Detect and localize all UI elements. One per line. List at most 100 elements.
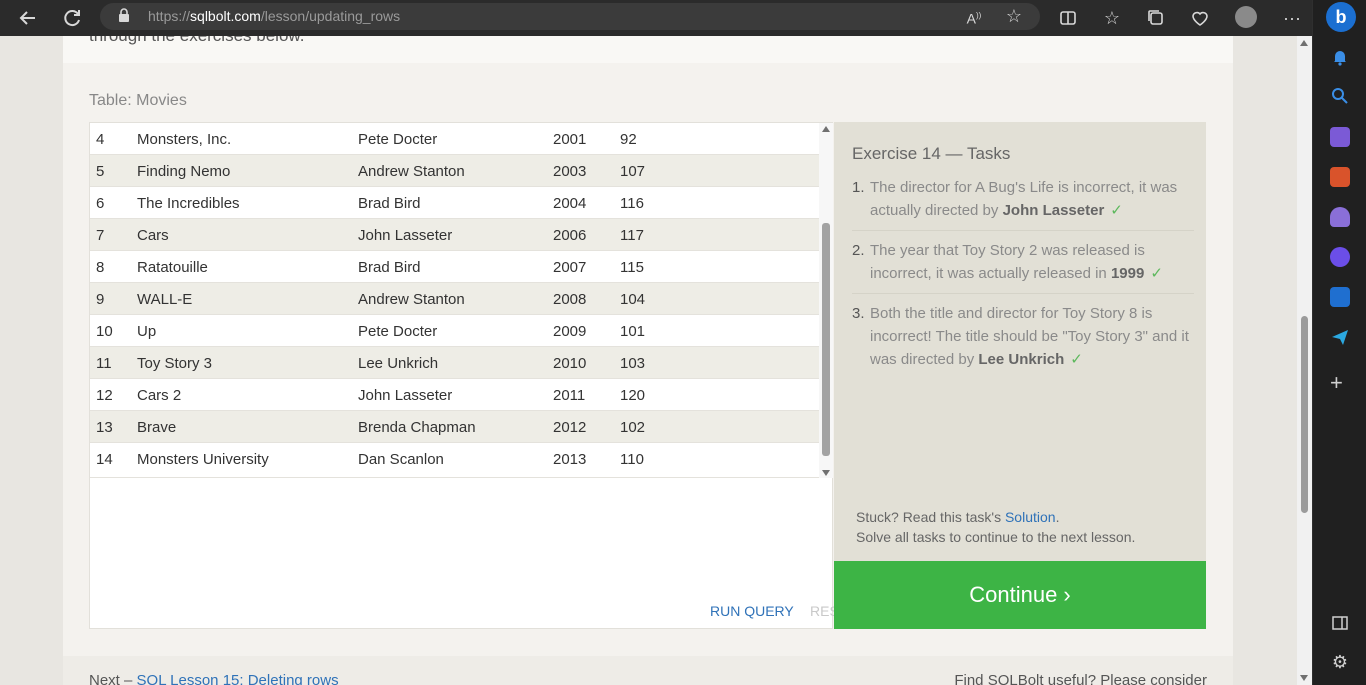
footer: Next – SQL Lesson 15: Deleting rows Find… xyxy=(63,656,1233,685)
cell-year: 2006 xyxy=(553,227,587,244)
scroll-up-icon[interactable] xyxy=(822,126,830,132)
run-query-button[interactable]: RUN QUERY xyxy=(710,603,794,619)
page-scroll-thumb[interactable] xyxy=(1301,316,1308,513)
cell-id: 9 xyxy=(96,291,105,308)
lock-icon[interactable] xyxy=(118,8,130,23)
bing-copilot-icon[interactable]: b xyxy=(1326,2,1356,32)
cell-year: 2011 xyxy=(553,387,586,404)
cell-title: Up xyxy=(137,323,157,340)
cell-length: 116 xyxy=(620,195,644,212)
table-scrollbar[interactable] xyxy=(819,123,833,478)
cell-director: Brad Bird xyxy=(358,259,421,276)
table-row: 7 Cars John Lasseter 2006 117 xyxy=(90,219,819,251)
tasks-pane: Exercise 14 — Tasks 1. The director for A… xyxy=(834,122,1206,562)
profile-icon[interactable] xyxy=(1235,6,1257,28)
more-icon[interactable]: ··· xyxy=(1278,4,1306,32)
cell-title: Cars 2 xyxy=(137,387,182,404)
cell-year: 2009 xyxy=(553,323,587,340)
hint-text: Stuck? Read this task's Solution. Solve … xyxy=(856,509,1136,545)
cell-title: Monsters University xyxy=(137,451,269,468)
cell-length: 92 xyxy=(620,131,637,148)
outlook-icon[interactable] xyxy=(1330,287,1350,307)
page-scroll-down-icon[interactable] xyxy=(1300,675,1308,681)
favorites-icon[interactable]: ☆ xyxy=(1098,4,1126,32)
star-icon[interactable]: ☆ xyxy=(1000,2,1028,30)
cell-id: 4 xyxy=(96,131,105,148)
page-scrollbar[interactable] xyxy=(1297,36,1312,685)
cell-title: Monsters, Inc. xyxy=(137,131,232,148)
bell-icon[interactable] xyxy=(1330,47,1350,67)
task-item: 3. Both the title and director for Toy St… xyxy=(852,302,1194,379)
cell-title: The Incredibles xyxy=(137,195,240,212)
cell-title: Ratatouille xyxy=(137,259,208,276)
split-screen-icon[interactable] xyxy=(1054,4,1082,32)
cell-year: 2001 xyxy=(553,131,587,148)
solution-link[interactable]: Solution xyxy=(1005,509,1056,525)
results-table: 4 Monsters, Inc. Pete Docter 2001 92 5 Finding… xyxy=(90,123,819,478)
task-answer: John Lasseter xyxy=(1002,202,1105,219)
search-icon[interactable] xyxy=(1330,86,1350,106)
scroll-down-icon[interactable] xyxy=(822,470,830,476)
cell-id: 11 xyxy=(96,355,112,372)
shopping-tag-icon[interactable] xyxy=(1330,127,1350,147)
cell-id: 10 xyxy=(96,323,113,340)
collections-icon[interactable] xyxy=(1142,4,1170,32)
tasks-title: Exercise 14 — Tasks xyxy=(852,144,1011,163)
task-number: 2. xyxy=(852,242,865,259)
results-table-pane: 4 Monsters, Inc. Pete Docter 2001 92 5 Finding… xyxy=(89,122,857,629)
table-row: 8 Ratatouille Brad Bird 2007 115 xyxy=(90,251,819,283)
send-icon[interactable] xyxy=(1330,327,1350,347)
sidebar-toggle-icon[interactable] xyxy=(1330,613,1350,633)
address-bar[interactable]: https://sqlbolt.com/lesson/updating_rows… xyxy=(100,3,1040,30)
cell-length: 104 xyxy=(620,291,646,308)
table-row: 4 Monsters, Inc. Pete Docter 2001 92 xyxy=(90,123,819,155)
cell-title: Cars xyxy=(137,227,169,244)
next-lesson-link[interactable]: SQL Lesson 15: Deleting rows xyxy=(137,672,339,685)
cell-title: Toy Story 3 xyxy=(137,355,213,372)
cell-length: 101 xyxy=(620,323,646,340)
continue-button[interactable]: Continue › xyxy=(834,561,1206,629)
games-icon[interactable] xyxy=(1330,207,1350,227)
read-aloud-icon[interactable]: A)) xyxy=(960,2,988,30)
intro-strip: through the exercises below. xyxy=(63,36,1233,63)
cell-year: 2004 xyxy=(553,195,587,212)
cell-length: 117 xyxy=(620,227,644,244)
page-content: through the exercises below. Table: Movi… xyxy=(63,36,1233,685)
back-arrow-icon[interactable] xyxy=(14,4,42,32)
edge-sidebar: b + ⚙ xyxy=(1312,0,1366,685)
cell-id: 6 xyxy=(96,195,105,212)
task-answer: 1999 xyxy=(1110,265,1145,282)
next-lesson: Next – SQL Lesson 15: Deleting rows xyxy=(89,672,339,685)
url-text[interactable]: https://sqlbolt.com/lesson/updating_rows xyxy=(148,8,400,24)
cell-title: Brave xyxy=(137,419,177,436)
task-text: The year that Toy Story 2 was released i… xyxy=(870,242,1145,282)
cell-director: Lee Unkrich xyxy=(358,355,439,372)
add-icon[interactable]: + xyxy=(1330,370,1343,396)
browser-essentials-icon[interactable] xyxy=(1186,4,1214,32)
cell-id: 14 xyxy=(96,451,113,468)
table-scroll-thumb[interactable] xyxy=(822,223,830,456)
cell-length: 102 xyxy=(620,419,646,436)
copilot-icon[interactable] xyxy=(1330,247,1350,267)
table-caption: Table: Movies xyxy=(89,92,187,109)
cell-director: Pete Docter xyxy=(358,131,438,148)
table-row: 13 Brave Brenda Chapman 2012 102 xyxy=(90,411,819,443)
task-list: 1. The director for A Bug's Life is incor… xyxy=(852,176,1194,387)
refresh-icon[interactable] xyxy=(58,4,86,32)
cell-id: 12 xyxy=(96,387,113,404)
cell-year: 2007 xyxy=(553,259,587,276)
page-scroll-up-icon[interactable] xyxy=(1300,40,1308,46)
table-row: 6 The Incredibles Brad Bird 2004 116 xyxy=(90,187,819,219)
cell-director: Pete Docter xyxy=(358,323,438,340)
table-row: 14 Monsters University Dan Scanlon 2013 110 xyxy=(90,443,819,478)
cell-year: 2012 xyxy=(553,419,587,436)
cell-director: John Lasseter xyxy=(358,227,453,244)
cell-title: Finding Nemo xyxy=(137,163,231,180)
settings-gear-icon[interactable]: ⚙ xyxy=(1330,652,1350,672)
checkmark-icon: ✓ xyxy=(1070,351,1083,368)
browser-toolbar: https://sqlbolt.com/lesson/updating_rows… xyxy=(0,0,1312,36)
support-text: Find SQLBolt useful? Please consider xyxy=(954,672,1207,685)
cell-length: 110 xyxy=(620,451,644,468)
cell-id: 7 xyxy=(96,227,105,244)
tools-briefcase-icon[interactable] xyxy=(1330,167,1350,187)
